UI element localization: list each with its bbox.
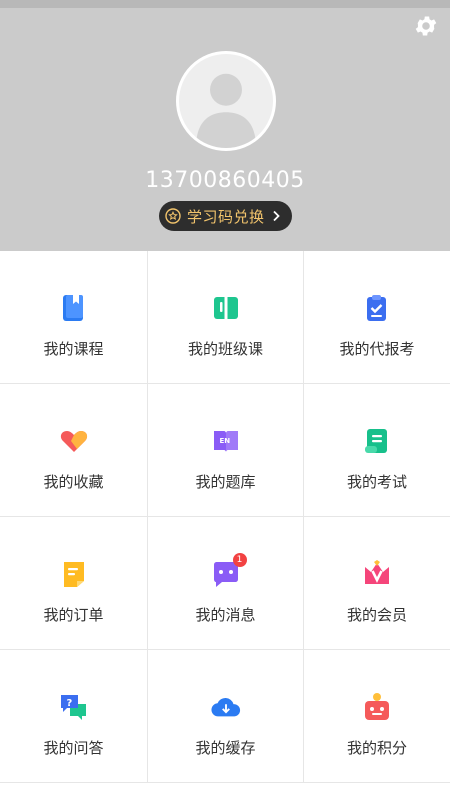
menu-item-label: 我的代报考 [339,340,415,358]
menu-item-courses[interactable]: 我的课程 [0,251,148,384]
menu-item-favorites[interactable]: 我的收藏 [0,384,148,517]
avatar[interactable] [176,51,276,151]
status-bar [0,0,450,8]
cloud-download-icon [210,698,240,717]
unread-badge: 1 [232,553,247,567]
menu-item-label: 我的订单 [43,606,104,624]
profile-header: 13700860405 学习码兑换 [0,8,450,251]
menu-item-label: 我的班级课 [187,340,263,358]
menu-item-label: 我的问答 [43,739,104,757]
crown-v-icon [365,560,389,584]
star-badge-icon [165,208,181,224]
menu-item-label: 我的题库 [195,473,256,491]
menu-item-downloads[interactable]: 我的缓存 [148,650,304,783]
menu-item-label: 我的缓存 [195,739,256,757]
menu-item-label: 我的积分 [346,739,407,757]
note-icon [63,562,84,587]
menu-item-label: 我的课程 [43,340,104,358]
default-avatar-icon [195,73,257,148]
settings-button[interactable] [412,12,440,40]
en-book-icon: EN [213,431,238,452]
menu-item-points[interactable]: 我的积分 [304,650,450,783]
menu-item-qa[interactable]: ? 我的问答 [0,650,148,783]
scroll-icon [365,429,387,453]
svg-text:?: ? [66,698,72,709]
clipboard-check-icon [367,295,386,321]
menu-item-exam-registration[interactable]: 我的代报考 [304,251,450,384]
points-icon [365,693,389,720]
redeem-label: 学习码兑换 [187,207,265,226]
menu-grid: 我的课程 我的班级课 我的代报考 我的收藏 EN 我的题库 我的考试 我的订单 … [0,251,450,800]
redeem-code-button[interactable]: 学习码兑换 [159,201,292,231]
message-icon-wrapper: 1 [211,553,247,589]
menu-item-question-bank[interactable]: EN 我的题库 [148,384,304,517]
menu-item-exams[interactable]: 我的考试 [304,384,450,517]
chevron-right-icon [272,210,280,222]
menu-item-label: 我的消息 [195,606,256,624]
book-icon [62,295,83,321]
menu-item-messages[interactable]: 1 我的消息 [148,517,304,650]
menu-item-class-courses[interactable]: 我的班级课 [148,251,304,384]
gear-icon [415,16,437,36]
menu-item-label: 我的会员 [346,606,407,624]
svg-text:EN: EN [219,437,230,445]
menu-item-label: 我的收藏 [43,473,104,491]
phone-number: 13700860405 [145,168,305,193]
menu-item-membership[interactable]: 我的会员 [304,517,450,650]
menu-item-orders[interactable]: 我的订单 [0,517,148,650]
open-book-icon [213,297,238,319]
heart-icon [60,431,87,452]
question-chat-icon: ? [60,695,86,720]
menu-item-label: 我的考试 [346,473,407,491]
